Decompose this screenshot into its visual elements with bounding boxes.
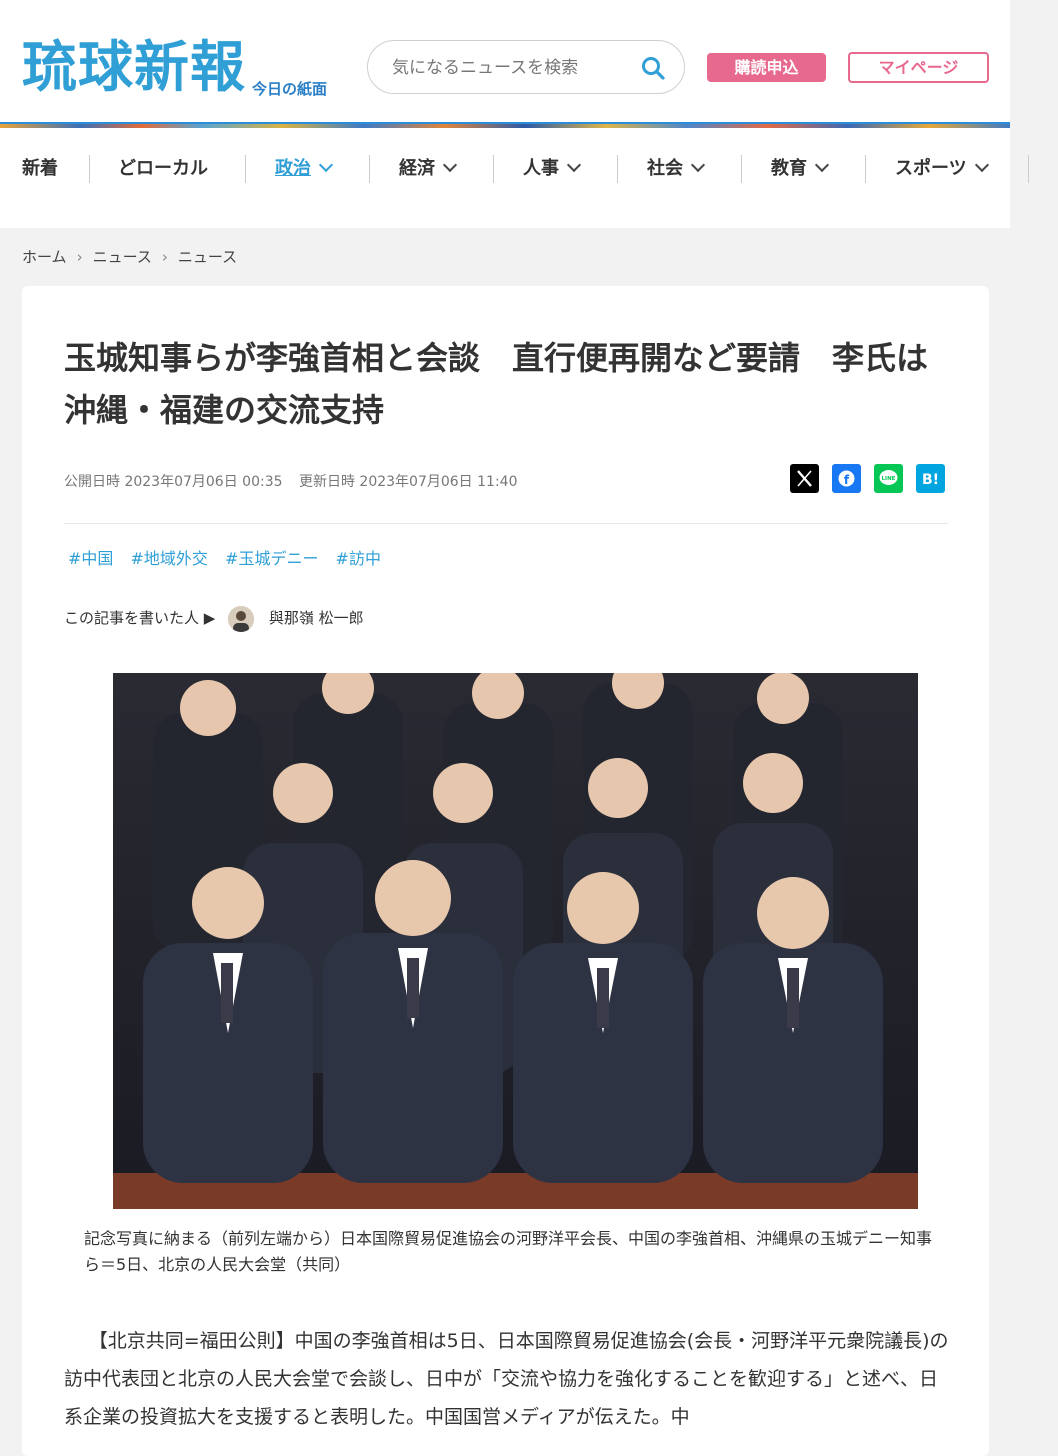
nav-item-economy[interactable]: 経済 bbox=[399, 150, 458, 188]
search-icon[interactable] bbox=[640, 55, 666, 81]
nav-divider bbox=[617, 155, 618, 183]
svg-text:f: f bbox=[844, 473, 850, 487]
breadcrumb: ホーム › ニュース › ニュース bbox=[22, 246, 237, 267]
nav-label: どローカル bbox=[118, 158, 208, 179]
nav-divider bbox=[245, 155, 246, 183]
search-input[interactable] bbox=[390, 53, 634, 83]
nav-divider bbox=[493, 155, 494, 183]
nav-label: 教育 bbox=[771, 158, 807, 179]
updated-label: 更新日時 bbox=[298, 474, 355, 490]
nav-item-new[interactable]: 新着 bbox=[22, 150, 58, 188]
nav-divider bbox=[369, 155, 370, 183]
nav-label: スポーツ bbox=[895, 158, 967, 179]
updated-date: 2023年07月06日 11:40 bbox=[359, 474, 518, 490]
facebook-icon: f bbox=[838, 470, 855, 487]
breadcrumb-current[interactable]: ニュース bbox=[178, 248, 237, 266]
site-logo[interactable]: 琉球新報 今日の紙面 bbox=[22, 34, 342, 100]
tag-link[interactable]: #中国 bbox=[68, 549, 113, 568]
nav-item-sports[interactable]: スポーツ bbox=[895, 150, 989, 188]
nav-item-personnel[interactable]: 人事 bbox=[523, 150, 582, 188]
divider bbox=[64, 523, 948, 524]
nav-label: 人事 bbox=[523, 158, 559, 179]
article-body: 【北京共同=福田公則】中国の李強首相は5日、日本国際貿易促進協会(会長・河野洋平… bbox=[64, 1330, 949, 1428]
svg-text:LINE: LINE bbox=[882, 476, 896, 482]
person-icon bbox=[228, 605, 255, 632]
published-date: 2023年07月06日 00:35 bbox=[124, 474, 283, 490]
nav-divider bbox=[865, 155, 866, 183]
tag-link[interactable]: #地域外交 bbox=[131, 549, 208, 568]
author-avatar[interactable] bbox=[228, 605, 255, 632]
share-x-button[interactable] bbox=[790, 464, 819, 493]
photo-caption: 記念写真に納まる（前列左端から）日本国際貿易促進協会の河野洋平会長、中国の李強首… bbox=[84, 1229, 933, 1274]
breadcrumb-news[interactable]: ニュース bbox=[93, 248, 152, 266]
nav-divider bbox=[741, 155, 742, 183]
nav-label: 経済 bbox=[399, 158, 435, 179]
chevron-down-icon bbox=[318, 157, 334, 173]
line-icon: LINE bbox=[879, 470, 898, 485]
share-hatena-button[interactable]: B! bbox=[916, 464, 945, 493]
author-line: この記事を書いた人 ▶ 與那嶺 松一郎 bbox=[64, 604, 364, 632]
todays-paper-link[interactable]: 今日の紙面 bbox=[252, 78, 327, 99]
svg-text:B!: B! bbox=[922, 472, 939, 488]
nav-label: 新着 bbox=[22, 158, 58, 179]
group-photo-image bbox=[113, 673, 918, 1209]
chevron-right-icon: › bbox=[76, 248, 83, 266]
article-dates: 公開日時 2023年07月06日 00:35 更新日時 2023年07月06日 … bbox=[64, 471, 517, 491]
nav-item-society[interactable]: 社会 bbox=[647, 150, 706, 188]
tag-list: #中国 #地域外交 #玉城デニー #訪中 bbox=[68, 545, 393, 569]
nav-divider bbox=[1028, 155, 1029, 183]
nav-divider bbox=[89, 155, 90, 183]
chevron-down-icon bbox=[974, 157, 989, 173]
article-photo bbox=[113, 673, 918, 1209]
author-label: この記事を書いた人 ▶ bbox=[64, 609, 216, 627]
article-card: 玉城知事らが李強首相と会談 直行便再開など要請 李氏は沖縄・福建の交流支持 公開… bbox=[22, 286, 989, 1456]
nav-item-dolocal[interactable]: どローカル bbox=[118, 150, 208, 188]
chevron-down-icon bbox=[814, 157, 830, 173]
article-title: 玉城知事らが李強首相と会談 直行便再開など要請 李氏は沖縄・福建の交流支持 bbox=[64, 339, 929, 429]
logo-text: 琉球新報 bbox=[22, 34, 247, 99]
tag-link[interactable]: #玉城デニー bbox=[225, 549, 318, 568]
search-box bbox=[367, 40, 685, 94]
x-icon bbox=[797, 470, 812, 487]
share-facebook-button[interactable]: f bbox=[832, 464, 861, 493]
subscribe-button[interactable]: 購読申込 bbox=[707, 53, 826, 82]
tag-link[interactable]: #訪中 bbox=[336, 549, 381, 568]
author-name[interactable]: 與那嶺 松一郎 bbox=[269, 609, 364, 627]
chevron-right-icon: › bbox=[161, 248, 168, 266]
share-line-button[interactable]: LINE bbox=[874, 464, 903, 493]
site-header: 琉球新報 今日の紙面 購読申込 マイページ bbox=[0, 0, 1010, 228]
nav-label: 社会 bbox=[647, 158, 683, 179]
published-label: 公開日時 bbox=[64, 474, 120, 490]
breadcrumb-home[interactable]: ホーム bbox=[22, 248, 67, 266]
nav-item-education[interactable]: 教育 bbox=[771, 150, 830, 188]
main-nav: 新着 どローカル 政治 経済 人事 社会 教育 スポーツ bbox=[0, 150, 1058, 188]
chevron-down-icon bbox=[566, 157, 582, 173]
mypage-button[interactable]: マイページ bbox=[848, 52, 989, 83]
nav-item-politics[interactable]: 政治 bbox=[275, 150, 334, 188]
band-line bbox=[0, 122, 1010, 124]
nav-label: 政治 bbox=[275, 158, 311, 179]
chevron-down-icon bbox=[442, 157, 458, 173]
hatena-bookmark-icon: B! bbox=[922, 472, 939, 488]
chevron-down-icon bbox=[690, 157, 706, 173]
